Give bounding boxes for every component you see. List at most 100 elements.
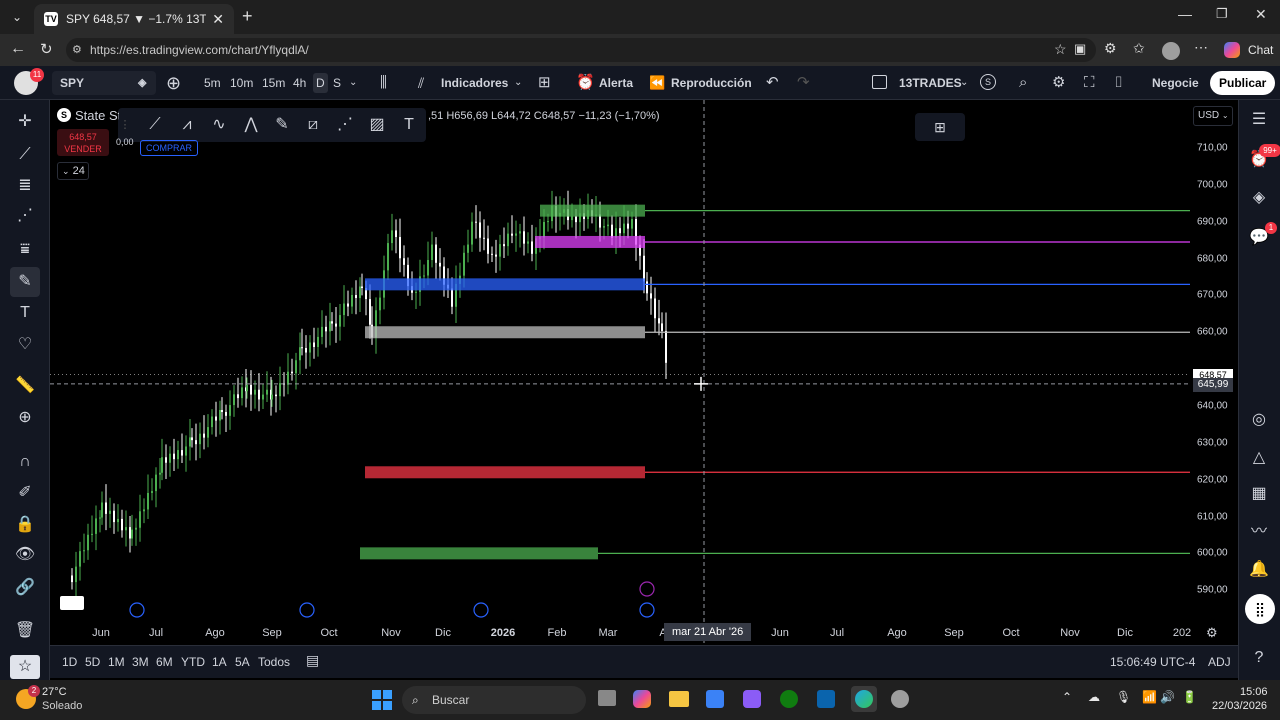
range-ytd[interactable]: YTD — [181, 655, 205, 669]
icons-tool-icon[interactable]: ♡ — [13, 333, 37, 357]
fullscreen-icon[interactable]: ⛶ — [1084, 66, 1095, 100]
draw-elliott-icon[interactable]: ⋀ — [239, 113, 263, 137]
copilot-icon[interactable] — [1224, 42, 1240, 58]
pattern-icon[interactable]: ⋰ — [13, 204, 37, 228]
clock-date[interactable]: 22/03/2026 — [1212, 700, 1267, 712]
interval-s[interactable]: S — [333, 66, 341, 100]
browser-tab[interactable]: TV SPY 648,57 ▼ −1.7% 13TRADES ✕ — [34, 4, 234, 34]
undo-icon[interactable]: ↶ — [766, 66, 779, 100]
settings-icon[interactable]: ⚙ — [1052, 66, 1065, 100]
quick-search-icon[interactable]: ⌕ — [1019, 66, 1027, 100]
reload-icon[interactable]: ↻ — [40, 40, 53, 58]
close-tab-icon[interactable]: ✕ — [212, 11, 224, 28]
help-icon[interactable]: ? — [1247, 646, 1271, 670]
layout-icon[interactable] — [872, 75, 887, 89]
copilot-taskbar-icon[interactable] — [633, 690, 651, 708]
site-info-icon[interactable]: ⚙ — [72, 38, 82, 62]
new-tab-icon[interactable]: + — [242, 6, 253, 27]
text-tool-icon[interactable]: T — [13, 301, 37, 325]
time-axis-settings-icon[interactable]: ⚙ — [1206, 625, 1218, 641]
visibility-icon[interactable]: 👁 — [13, 543, 37, 567]
adj-toggle[interactable]: ADJ — [1208, 655, 1231, 669]
lock-drawing-mode-icon[interactable]: ✐ — [13, 481, 37, 505]
battery-icon[interactable]: 🔋 — [1182, 690, 1197, 704]
back-icon[interactable]: ← — [10, 40, 26, 58]
notifications-icon[interactable]: 🔔 — [1247, 558, 1271, 582]
maximize-icon[interactable]: ❐ — [1216, 6, 1228, 22]
draw-pattern-icon[interactable]: ⋰ — [333, 113, 357, 137]
indicators-button[interactable]: Indicadores — [441, 66, 508, 100]
sell-button[interactable]: 648,57 VENDER — [57, 129, 109, 156]
lock-icon[interactable]: 🔒 — [13, 513, 37, 537]
replay-button[interactable]: Reproducción — [671, 66, 752, 100]
calendar-icon[interactable]: ▦ — [1247, 482, 1271, 506]
interval-4h[interactable]: 4h — [293, 66, 306, 100]
link-icon[interactable]: 🔗 — [13, 576, 37, 600]
range-1a[interactable]: 1A — [212, 655, 227, 669]
trade-button[interactable]: Negocie — [1142, 66, 1209, 100]
taskbar-search[interactable]: ⌕ Buscar — [402, 686, 586, 714]
snapshot-icon[interactable]: ⌷ — [1114, 66, 1123, 100]
clock-time[interactable]: 15:06 — [1240, 686, 1268, 698]
range-5a[interactable]: 5A — [235, 655, 250, 669]
currency-selector[interactable]: USD ⌄ — [1193, 106, 1233, 126]
file-explorer-icon[interactable] — [669, 691, 689, 707]
interval-10m[interactable]: 10m — [230, 66, 253, 100]
extensions-icon[interactable]: ⚙ — [1104, 40, 1117, 57]
layout-name[interactable]: 13TRADES — [899, 66, 962, 100]
range-5d[interactable]: 5D — [85, 655, 100, 669]
range-6m[interactable]: 6M — [156, 655, 173, 669]
url-field[interactable]: ⚙ https://es.tradingview.com/chart/Yflyq… — [66, 38, 1096, 62]
favorites-icon[interactable]: ✩ — [1133, 40, 1145, 57]
store-icon[interactable] — [706, 690, 724, 708]
target-icon[interactable]: ◎ — [1247, 408, 1271, 432]
indicators-toggle[interactable]: ⌄ 24 — [57, 162, 89, 180]
date-range-icon[interactable]: ▤ — [306, 652, 319, 669]
interval-d[interactable]: D — [313, 73, 328, 93]
reading-view-icon[interactable]: ▣ — [1074, 41, 1086, 57]
magnet-icon[interactable]: ∩ — [13, 450, 37, 474]
layout-dropdown-icon[interactable]: ⌄ — [960, 66, 968, 100]
mic-icon[interactable]: 🎙 — [1116, 690, 1131, 704]
streams-icon[interactable]: 〰 — [1247, 520, 1271, 544]
redo-icon[interactable]: ↷ — [797, 66, 810, 100]
weather-temp[interactable]: 27°C — [42, 686, 67, 698]
apps-grid-icon[interactable]: ⣿ — [1245, 594, 1275, 624]
volume-icon[interactable]: 🔊 — [1160, 690, 1175, 704]
clock[interactable]: 15:06:49 UTC-4 — [1110, 655, 1195, 669]
alert-button[interactable]: Alerta — [599, 66, 633, 100]
fib-retracement-icon[interactable]: ≣ — [13, 174, 37, 198]
chrome-icon[interactable] — [891, 690, 909, 708]
onedrive-icon[interactable]: ☁ — [1088, 690, 1100, 704]
draw-image-icon[interactable]: ▨ — [365, 113, 389, 137]
draw-wave-icon[interactable]: ∿ — [207, 113, 231, 137]
indicators-dropdown-icon[interactable]: ⌄ — [514, 66, 522, 100]
range-1d[interactable]: 1D — [62, 655, 77, 669]
draw-line-icon[interactable]: ⟋ — [143, 113, 167, 137]
app-purple-icon[interactable] — [743, 690, 761, 708]
templates-icon[interactable]: ⊞ — [538, 66, 551, 100]
chart-canvas[interactable] — [50, 100, 1190, 645]
favorites-tool-icon[interactable]: ☆ — [10, 655, 40, 679]
symbol-name[interactable]: State St — [75, 108, 119, 123]
draw-text-icon[interactable]: T — [397, 113, 421, 137]
draw-brush-icon[interactable]: ✎ — [270, 113, 294, 137]
measure-icon[interactable]: 📏 — [13, 374, 37, 398]
chat-button[interactable]: Chat — [1248, 43, 1273, 57]
brush-icon[interactable]: ✎ — [10, 267, 40, 297]
symbol-menu-icon[interactable]: ◈ — [138, 71, 146, 95]
task-view-icon[interactable] — [598, 690, 616, 706]
tray-chevron-icon[interactable]: ⌃ — [1062, 690, 1072, 704]
price-chart[interactable] — [50, 100, 1190, 645]
publish-button[interactable]: Publicar — [1210, 71, 1276, 95]
favorite-star-icon[interactable]: ☆ — [1054, 41, 1067, 58]
wifi-icon[interactable]: 📶 — [1142, 690, 1157, 704]
interval-dropdown-icon[interactable]: ⌄ — [349, 66, 357, 100]
buy-button[interactable]: COMPRAR — [140, 140, 198, 156]
ideas-icon[interactable]: △ — [1247, 446, 1271, 470]
interval-15m[interactable]: 15m — [262, 66, 285, 100]
chart-type-icon[interactable]: ⫼ — [380, 66, 387, 100]
draw-abcd-icon[interactable]: ⩘ — [175, 113, 199, 137]
zoom-in-icon[interactable]: ⊕ — [13, 406, 37, 430]
start-icon[interactable] — [372, 690, 392, 710]
